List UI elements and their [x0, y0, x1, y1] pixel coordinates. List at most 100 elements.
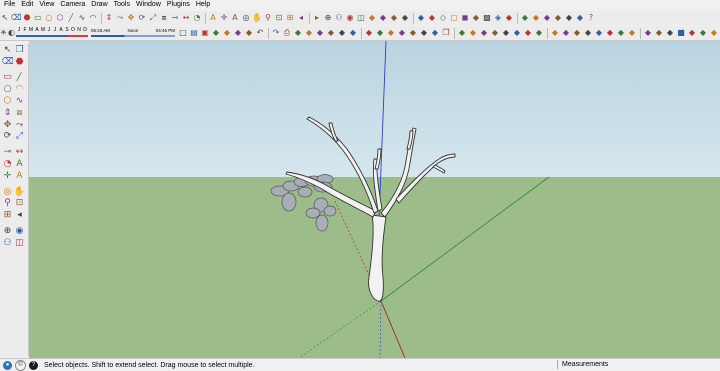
color-by-layer-icon[interactable]: ◆ [315, 28, 325, 38]
match-photo-icon[interactable]: ◆ [397, 28, 407, 38]
arc-icon[interactable]: ◠ [88, 13, 98, 23]
share-component-icon[interactable]: ◆ [531, 13, 541, 23]
layer-icon[interactable]: ◆ [304, 28, 314, 38]
left-view-icon[interactable]: ◆ [427, 13, 437, 23]
component-icon[interactable]: ❒ [441, 28, 451, 38]
camera-icon[interactable]: ◆ [375, 28, 385, 38]
drape-icon[interactable]: ◆ [594, 28, 604, 38]
help-icon[interactable]: ? [586, 13, 596, 23]
component-attributes-icon[interactable]: ◆ [665, 28, 675, 38]
axes-icon[interactable]: ✛ [2, 170, 13, 181]
share-model-icon[interactable]: ◆ [520, 13, 530, 23]
shadows-toggle-icon[interactable]: ☀ [0, 28, 7, 38]
push-pull-icon[interactable]: ⇕ [104, 13, 114, 23]
move-icon[interactable]: ✥ [2, 119, 13, 130]
move-icon[interactable]: ✥ [126, 13, 136, 23]
eraser-icon[interactable]: ⌫ [11, 13, 21, 23]
warehouse-icon[interactable]: ◆ [687, 28, 697, 38]
dimension-icon[interactable]: ↔ [14, 147, 25, 158]
time-slider[interactable]: 06:43 AM Noon 04:46 PM [91, 28, 175, 38]
preview-icon[interactable]: ◆ [564, 13, 574, 23]
orbit-icon[interactable]: ◎ [2, 186, 13, 197]
arc-icon[interactable]: ◠ [14, 84, 25, 95]
line-icon[interactable]: ╱ [14, 72, 25, 83]
follow-me-icon[interactable]: ⤳ [115, 13, 125, 23]
measurements-box[interactable]: Measurements [557, 360, 718, 369]
3d-text-icon[interactable]: A [230, 13, 240, 23]
3d-text-icon[interactable]: A [14, 170, 25, 181]
wireframe-icon[interactable]: ◻ [449, 13, 459, 23]
follow-me-icon[interactable]: ⤳ [14, 119, 25, 130]
dimension-icon[interactable]: ↔ [181, 13, 191, 23]
walk-icon[interactable]: ⚇ [2, 237, 13, 248]
rectangle-icon[interactable]: ▭ [33, 13, 43, 23]
menu-plugins[interactable]: Plugins [164, 0, 193, 10]
tape-measure-icon[interactable]: ⊸ [170, 13, 180, 23]
menu-tools[interactable]: Tools [111, 0, 133, 10]
zoom-extents-icon[interactable]: ⊞ [2, 210, 13, 221]
record-icon[interactable]: ◆ [575, 13, 585, 23]
undo-icon[interactable]: ↶ [255, 28, 265, 38]
freehand-icon[interactable]: ∿ [77, 13, 87, 23]
section-plane-icon[interactable]: ◫ [356, 13, 366, 23]
dynamic-component-icon[interactable]: ◆ [627, 28, 637, 38]
paint-bucket-icon[interactable]: ⬣ [14, 56, 25, 67]
protractor-icon[interactable]: ◔ [2, 159, 13, 170]
protractor-icon[interactable]: ◔ [192, 13, 202, 23]
rotate-icon[interactable]: ⟳ [137, 13, 147, 23]
print-icon[interactable]: ⎙ [282, 28, 292, 38]
intersect-icon[interactable]: ◆ [479, 28, 489, 38]
solid-split-icon[interactable]: ◆ [523, 28, 533, 38]
orbit-icon[interactable]: ◎ [241, 13, 251, 23]
x-ray-icon[interactable]: ◇ [438, 13, 448, 23]
menu-file[interactable]: File [0, 0, 18, 10]
make-component-icon[interactable]: ◆ [468, 28, 478, 38]
front-view-icon[interactable]: ◆ [389, 13, 399, 23]
menu-help[interactable]: Help [193, 0, 213, 10]
walk-icon[interactable]: ⚇ [334, 13, 344, 23]
scale-icon[interactable]: ⤢ [148, 13, 158, 23]
add-detail-icon[interactable]: ◆ [605, 28, 615, 38]
menu-draw[interactable]: Draw [88, 0, 110, 10]
text-icon[interactable]: A [14, 159, 25, 170]
position-camera-icon[interactable]: ⊕ [2, 226, 13, 237]
sandbox-icon[interactable]: ◆ [550, 28, 560, 38]
drawing-viewport[interactable] [29, 41, 720, 358]
solid-subtract-icon[interactable]: ◆ [501, 28, 511, 38]
save-icon[interactable]: ▣ [200, 28, 210, 38]
select-icon[interactable]: ↖ [2, 44, 13, 55]
solid-union-icon[interactable]: ◆ [490, 28, 500, 38]
look-around-icon[interactable]: ◉ [14, 226, 25, 237]
stamp-icon[interactable]: ◆ [583, 28, 593, 38]
menu-edit[interactable]: Edit [18, 0, 36, 10]
menu-window[interactable]: Window [133, 0, 164, 10]
ge-icon[interactable]: ◆ [542, 13, 552, 23]
month-11[interactable]: D [82, 27, 88, 33]
scale-icon[interactable]: ⤢ [14, 131, 25, 142]
outer-shell-icon[interactable]: ◆ [534, 28, 544, 38]
model-info-icon[interactable]: ◆ [293, 28, 303, 38]
zoom-extents-icon[interactable]: ⊞ [285, 13, 295, 23]
monochrome-icon[interactable]: ◈ [493, 13, 503, 23]
position-camera-icon[interactable]: ⊕ [323, 13, 333, 23]
zoom-icon[interactable]: ⚲ [263, 13, 273, 23]
photo-texture-icon[interactable]: ◆ [553, 13, 563, 23]
next-view-icon[interactable]: ▸ [312, 13, 322, 23]
geo-location-icon[interactable]: ● [3, 360, 12, 370]
shadow-months[interactable]: JFMAMJJASOND [16, 27, 88, 33]
pan-icon[interactable]: ✋ [14, 186, 25, 197]
rotate-icon[interactable]: ⟳ [2, 131, 13, 142]
extension-icon[interactable]: ◆ [698, 28, 708, 38]
smoove-icon[interactable]: ◆ [572, 28, 582, 38]
display-section-icon[interactable]: ◆ [364, 28, 374, 38]
soften-edges-icon[interactable]: ◆ [386, 28, 396, 38]
month-slider[interactable] [16, 34, 88, 38]
freehand-icon[interactable]: ∿ [14, 96, 25, 107]
zoom-window-icon[interactable]: ⊡ [14, 198, 25, 209]
face-style-icon[interactable]: ◆ [430, 28, 440, 38]
axes-icon[interactable]: ✛ [219, 13, 229, 23]
hidden-line-icon[interactable]: ◼ [460, 13, 470, 23]
top-view-icon[interactable]: ◆ [378, 13, 388, 23]
open-icon[interactable]: ▤ [189, 28, 199, 38]
edge-style-icon[interactable]: ◆ [419, 28, 429, 38]
